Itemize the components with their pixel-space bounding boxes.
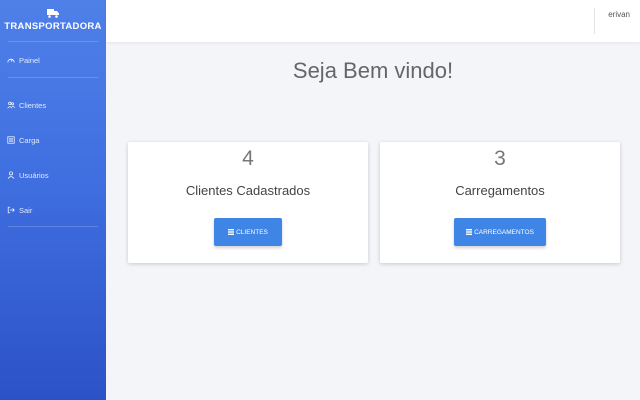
sidebar-item-label: Carga [19, 135, 40, 145]
clientes-card-label: Clientes Cadastrados [185, 183, 311, 198]
clientes-button-label: CLIENTES [236, 228, 268, 236]
sidebar-divider [8, 226, 98, 227]
carregamentos-card-label: Carregamentos [455, 183, 545, 198]
sidebar-item-sair[interactable]: Sair [0, 203, 106, 217]
top-navbar: erivan [106, 0, 640, 42]
list-icon [7, 136, 19, 144]
sidebar-item-label: Clientes [19, 100, 47, 110]
sidebar-item-carga[interactable]: Carga [0, 133, 106, 147]
carregamentos-button[interactable]: CARREGAMENTOS [454, 218, 546, 246]
clientes-button[interactable]: CLIENTES [214, 218, 282, 246]
sidebar-item-label: Painel [19, 55, 40, 65]
clientes-card: 4 Clientes Cadastrados CLIENTES [128, 142, 368, 263]
user-menu[interactable]: erivan [608, 10, 630, 19]
navbar-divider [594, 8, 595, 34]
sidebar-item-usuarios[interactable]: Usuários [0, 168, 106, 182]
truck-icon [47, 9, 59, 18]
user-icon [7, 171, 19, 179]
clientes-count: 4 [242, 147, 254, 170]
sidebar: TRANSPORTADORA Painel Clientes Carga Usu… [0, 0, 106, 400]
carregamentos-button-label: CARREGAMENTOS [474, 228, 534, 236]
carregamentos-card: 3 Carregamentos CARREGAMENTOS [380, 142, 620, 263]
sidebar-item-clientes[interactable]: Clientes [0, 98, 106, 112]
brand[interactable]: TRANSPORTADORA [4, 0, 101, 42]
sidebar-item-label: Sair [19, 205, 33, 215]
users-icon [7, 101, 19, 109]
dashboard-icon [7, 56, 19, 64]
sidebar-divider [8, 77, 98, 78]
logout-icon [7, 206, 19, 214]
page-title: Seja Bem vindo! [292, 58, 454, 83]
brand-name: TRANSPORTADORA [4, 21, 102, 32]
sidebar-item-label: Usuários [19, 170, 49, 180]
list-icon [466, 229, 473, 235]
list-icon [228, 229, 235, 235]
carregamentos-count: 3 [494, 147, 506, 170]
sidebar-item-painel[interactable]: Painel [0, 53, 106, 67]
